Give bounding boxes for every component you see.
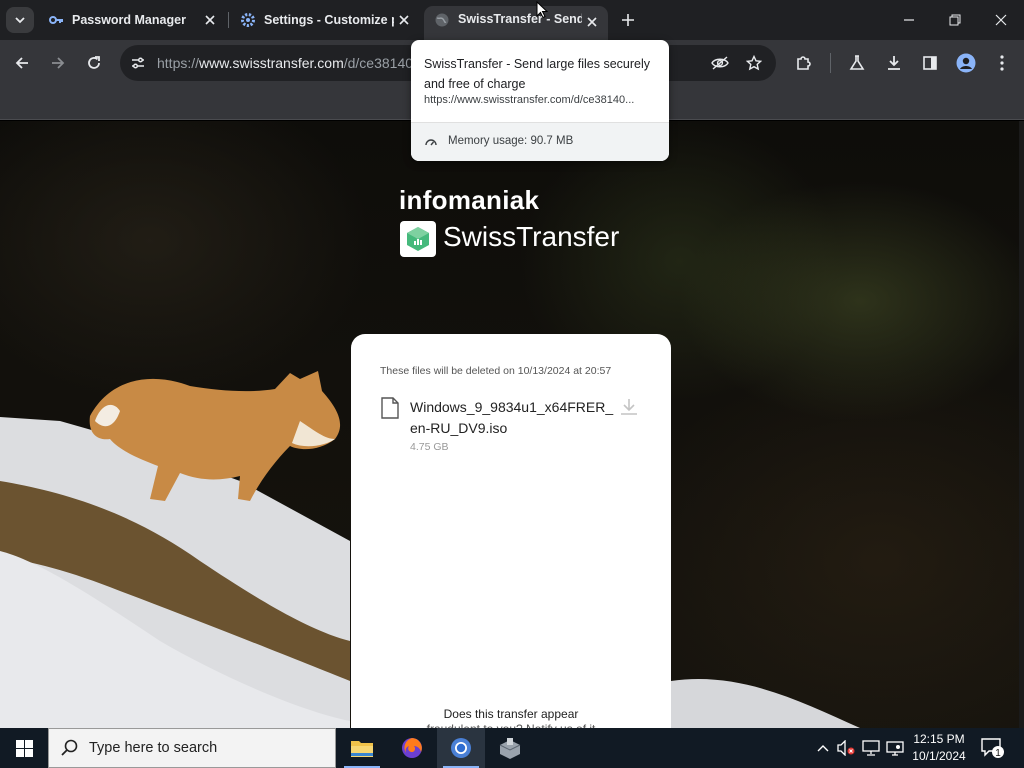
- more-vertical-icon: [1000, 55, 1004, 71]
- file-size: 4.75 GB: [410, 441, 449, 453]
- taskbar-search-box[interactable]: Type here to search: [48, 728, 336, 768]
- close-icon: [995, 14, 1007, 26]
- tab-swisstransfer[interactable]: SwissTransfer - Send large files securel…: [424, 6, 608, 40]
- chrome-icon: [451, 738, 471, 758]
- tab-divider: [228, 12, 229, 28]
- notification-icon: 1: [981, 738, 1004, 759]
- system-clock[interactable]: 12:15 PM 10/1/2024: [906, 731, 972, 765]
- url-text[interactable]: https://www.swisstransfer.com/d/ce38140: [157, 55, 417, 71]
- close-window-button[interactable]: [986, 6, 1016, 34]
- report-fraud-line1: Does this transfer appear: [443, 707, 579, 721]
- restore-button[interactable]: [940, 6, 970, 34]
- back-button[interactable]: [8, 49, 36, 77]
- site-info-icon[interactable]: [128, 53, 148, 73]
- chevron-down-icon: [15, 17, 25, 24]
- clock-time: 12:15 PM: [913, 732, 965, 746]
- memory-usage: Memory usage: 90.7 MB: [448, 135, 574, 147]
- tab-title: Settings - Customize profile: [264, 13, 394, 27]
- swisstransfer-brand-name: SwissTransfer: [443, 221, 620, 252]
- deletion-notice: These files will be deleted on 10/13/202…: [380, 365, 612, 377]
- file-explorer-button[interactable]: [338, 728, 386, 768]
- infomaniak-logo: infomaniak: [399, 185, 540, 215]
- close-tab-icon[interactable]: [582, 12, 602, 32]
- hover-card-footer: Memory usage: 90.7 MB: [411, 122, 669, 161]
- reload-button[interactable]: [80, 49, 108, 77]
- install-app-icon: [499, 738, 521, 759]
- labs-button[interactable]: [843, 49, 871, 77]
- globe-icon: [434, 12, 450, 28]
- clock-date: 10/1/2024: [912, 749, 966, 763]
- forward-button[interactable]: [44, 49, 72, 77]
- download-icon: [888, 56, 900, 70]
- app-button[interactable]: [486, 728, 534, 768]
- side-panel-button[interactable]: [916, 49, 944, 77]
- tab-search-button[interactable]: [6, 7, 34, 33]
- network-button[interactable]: [861, 738, 881, 758]
- start-button[interactable]: [0, 728, 48, 768]
- key-icon: [48, 12, 64, 28]
- close-tab-icon[interactable]: [394, 10, 414, 30]
- avatar-icon: [956, 53, 976, 73]
- arrow-right-icon: [52, 57, 65, 69]
- windows-logo-icon: [15, 739, 33, 757]
- menu-button[interactable]: [988, 49, 1016, 77]
- gauge-icon: [425, 139, 437, 146]
- url-path: /d/ce38140: [343, 55, 414, 71]
- download-file-icon[interactable]: [619, 398, 639, 416]
- downloads-button[interactable]: [880, 49, 908, 77]
- side-panel-icon: [923, 56, 937, 70]
- transfer-card: These files will be deleted on 10/13/202…: [351, 334, 671, 754]
- gear-icon: [240, 12, 256, 28]
- action-center-button[interactable]: 1: [980, 737, 1004, 764]
- tab-title: Password Manager: [72, 13, 186, 27]
- tab-hover-card: SwissTransfer - Send large files securel…: [411, 40, 669, 161]
- plus-icon: [622, 14, 634, 26]
- chevron-up-icon: [817, 745, 829, 752]
- minimize-icon: [904, 19, 914, 21]
- url-prefix: https://: [157, 55, 200, 71]
- profile-button[interactable]: [952, 49, 980, 77]
- hover-card-url: https://www.swisstransfer.com/d/ce38140.…: [424, 94, 635, 106]
- display-button[interactable]: [885, 738, 905, 758]
- speaker-muted-icon: [837, 740, 855, 756]
- mouse-cursor-icon: [536, 1, 548, 19]
- close-tab-icon[interactable]: [200, 10, 220, 30]
- tab-password-manager[interactable]: Password Manager: [38, 6, 226, 34]
- swisstransfer-logo-icon: [400, 221, 436, 257]
- chrome-button[interactable]: [437, 728, 485, 768]
- eye-off-icon[interactable]: [710, 53, 730, 73]
- volume-button[interactable]: [836, 738, 856, 758]
- arrow-left-icon: [15, 57, 28, 69]
- extensions-button[interactable]: [790, 49, 818, 77]
- hover-card-title: SwissTransfer - Send large files securel…: [424, 57, 651, 91]
- windows-taskbar: Type here to search 12:15 PM 10/1/2024 1: [0, 728, 1024, 768]
- tray-overflow-button[interactable]: [813, 738, 833, 758]
- notification-count: 1: [995, 748, 1001, 759]
- search-icon: [61, 739, 78, 756]
- firefox-button[interactable]: [388, 728, 436, 768]
- tab-title: SwissTransfer - Send large files securel…: [458, 12, 582, 26]
- toolbar-divider: [830, 53, 831, 73]
- url-host: www.swisstransfer.com: [199, 55, 344, 71]
- puzzle-icon: [797, 56, 811, 70]
- new-tab-button[interactable]: [616, 8, 640, 32]
- search-placeholder: Type here to search: [89, 740, 218, 756]
- network-icon: [862, 740, 880, 756]
- display-icon: [886, 741, 904, 756]
- file-name[interactable]: Windows_9_9834u1_x64FRER_en-RU_DV9.iso: [410, 397, 614, 439]
- file-icon: [381, 397, 399, 419]
- star-icon[interactable]: [744, 53, 764, 73]
- minimize-button[interactable]: [894, 6, 924, 34]
- reload-icon: [88, 56, 100, 69]
- flask-icon: [849, 55, 865, 70]
- page-scrollbar[interactable]: [1019, 121, 1024, 728]
- firefox-icon: [402, 738, 422, 758]
- restore-icon: [949, 14, 961, 26]
- tab-strip: Password Manager Settings - Customize pr…: [0, 0, 1024, 40]
- tab-settings[interactable]: Settings - Customize profile: [230, 6, 420, 34]
- folder-icon: [351, 741, 373, 757]
